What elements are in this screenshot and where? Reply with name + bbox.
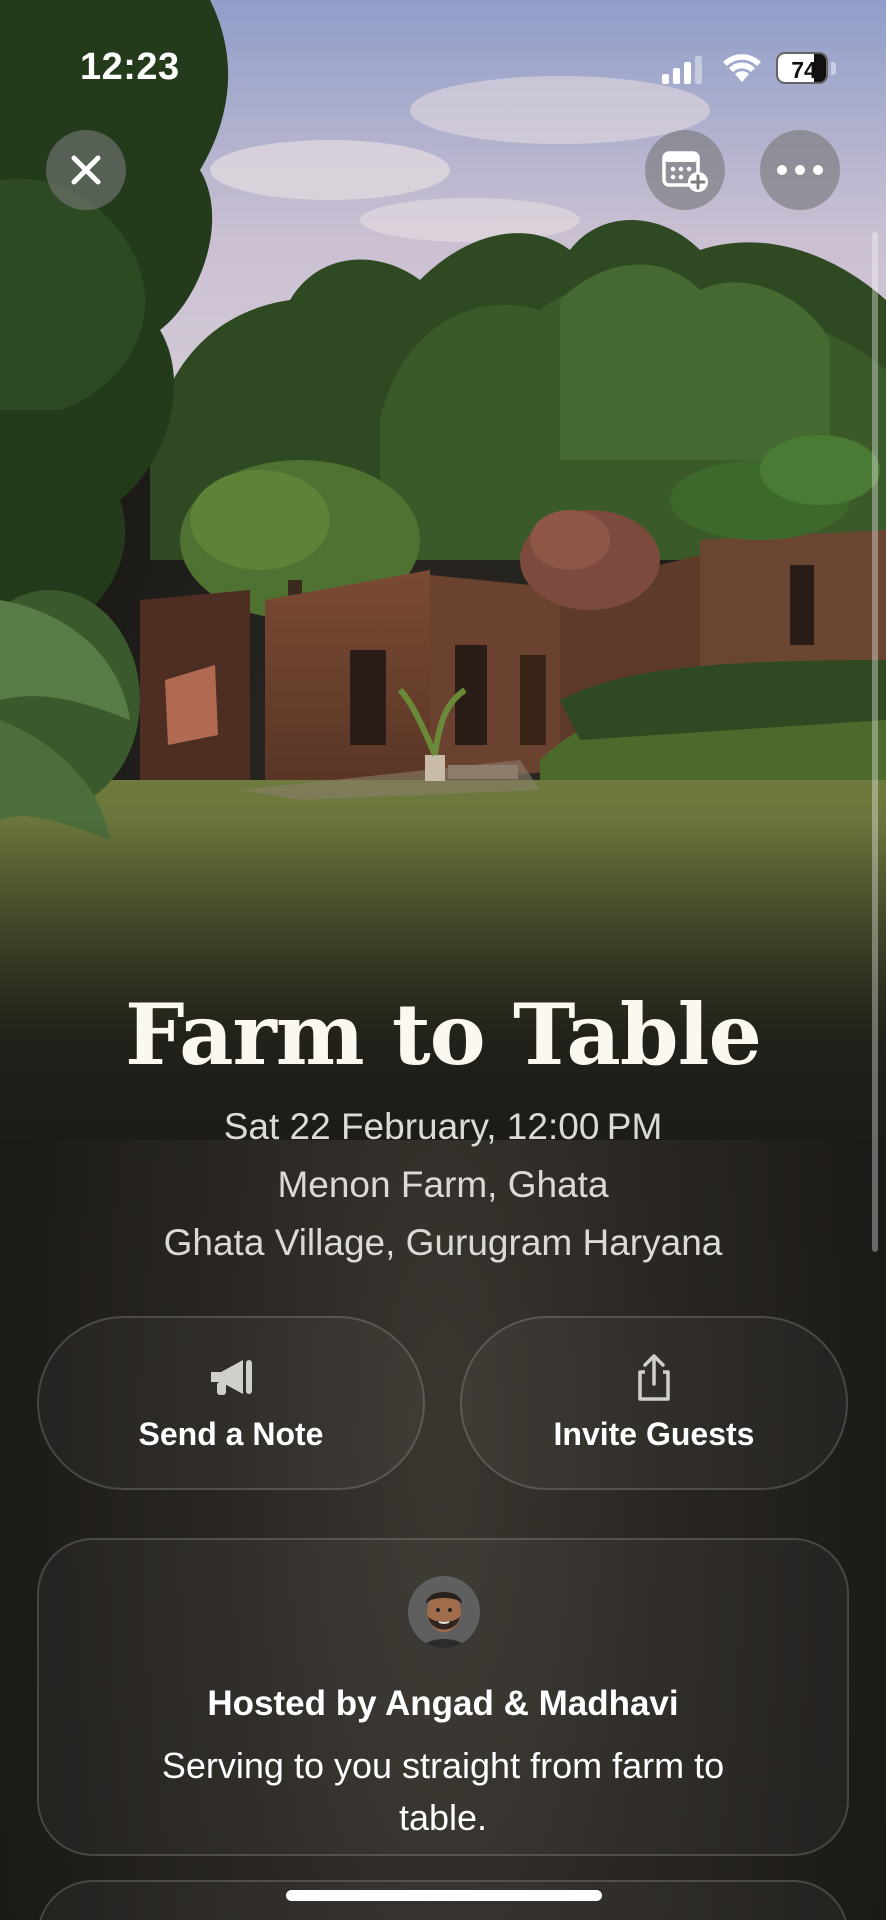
cover-photo-fade xyxy=(0,820,886,1140)
send-note-button[interactable]: Send a Note xyxy=(37,1316,425,1490)
more-options-button[interactable] xyxy=(760,130,840,210)
calendar-add-icon xyxy=(662,151,708,192)
battery-nub xyxy=(831,62,836,75)
event-screen: 12:23 74 Farm to Table Sat 22 February, … xyxy=(0,0,886,1920)
status-time: 12:23 xyxy=(80,46,180,88)
status-bar: 12:23 74 xyxy=(0,0,886,140)
home-indicator[interactable] xyxy=(286,1890,602,1901)
close-button[interactable] xyxy=(46,130,126,210)
event-address: Ghata Village, Gurugram Haryana xyxy=(163,1222,723,1263)
close-icon xyxy=(71,155,101,185)
send-note-label: Send a Note xyxy=(138,1416,324,1452)
more-icon xyxy=(777,165,823,175)
host-description: Serving to you straight from farm to tab… xyxy=(161,1745,725,1838)
share-icon xyxy=(638,1354,670,1401)
invite-guests-button[interactable]: Invite Guests xyxy=(460,1316,848,1490)
event-title: Farm to Table xyxy=(125,985,762,1084)
wifi-icon xyxy=(723,54,761,82)
event-date-time: Sat 22 February, 12:00 PM xyxy=(223,1106,663,1147)
cellular-signal-icon xyxy=(662,56,702,84)
battery-body: 74 xyxy=(776,52,828,84)
invite-guests-label: Invite Guests xyxy=(553,1416,755,1452)
battery-indicator: 74 xyxy=(776,52,840,86)
host-card[interactable]: Hosted by Angad & Madhavi Serving to you… xyxy=(37,1538,849,1856)
scrollbar[interactable] xyxy=(872,232,878,1252)
megaphone-icon xyxy=(211,1360,252,1395)
host-avatar xyxy=(408,1576,480,1648)
add-to-calendar-button[interactable] xyxy=(645,130,725,210)
memoji-avatar-icon xyxy=(408,1576,480,1648)
event-venue: Menon Farm, Ghata xyxy=(277,1164,609,1205)
battery-level: 74 xyxy=(791,57,817,83)
host-title: Hosted by Angad & Madhavi xyxy=(207,1684,679,1723)
event-details: Sat 22 February, 12:00 PM Menon Farm, Gh… xyxy=(0,1098,886,1272)
